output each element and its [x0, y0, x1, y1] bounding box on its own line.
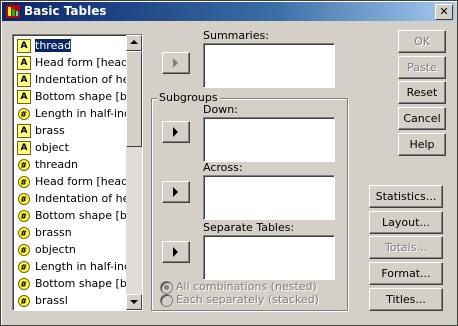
variable-item[interactable]: Abrass: [15, 122, 142, 139]
ok-button[interactable]: OK: [398, 30, 446, 53]
numeric-variable-icon: #: [15, 156, 33, 173]
variable-list-items: Athread A Head form [head] A Indentation of …: [15, 37, 142, 309]
string-variable-icon: A: [17, 39, 31, 53]
variable-item[interactable]: # Bottom shape [botte: [15, 207, 142, 224]
variable-item[interactable]: # Indentation of head: [15, 190, 142, 207]
string-variable-icon: A: [17, 56, 31, 70]
titles-button[interactable]: Titles...: [369, 288, 443, 311]
separate-tables-field[interactable]: [203, 235, 335, 280]
variable-item[interactable]: # Length in half-inche: [15, 258, 142, 275]
arrow-right-icon: [173, 58, 178, 68]
numeric-variable-icon: #: [15, 258, 33, 275]
numeric-variable-icon: #: [15, 224, 33, 241]
scroll-down-button[interactable]: [126, 294, 142, 310]
arrow-right-icon: [173, 247, 178, 257]
reset-button[interactable]: Reset: [398, 81, 446, 104]
help-button[interactable]: Help: [398, 133, 446, 156]
separate-tables-move-button[interactable]: [162, 241, 190, 263]
variable-item[interactable]: # brassn: [15, 224, 142, 241]
variable-item[interactable]: # threadn: [15, 156, 142, 173]
title-bar[interactable]: Basic Tables ✕: [2, 2, 455, 21]
scroll-thumb[interactable]: [126, 51, 142, 147]
each-separately-label: Each separately (stacked): [176, 293, 319, 306]
all-combinations-label: All combinations (nested): [176, 280, 317, 293]
variable-label: object: [35, 141, 69, 154]
arrow-right-icon: [173, 187, 178, 197]
window-title: Basic Tables: [24, 4, 107, 18]
string-variable-icon: A: [17, 73, 31, 87]
variable-label: Head form [head]: [35, 56, 133, 69]
statistics-button[interactable]: Statistics...: [369, 185, 443, 208]
variable-item[interactable]: # Head form [headn]: [15, 173, 142, 190]
variable-label: threadn: [35, 158, 79, 171]
layout-button[interactable]: Layout...: [369, 211, 443, 234]
summaries-label: Summaries:: [203, 29, 269, 42]
variable-item[interactable]: A Head form [head]: [15, 54, 142, 71]
variable-item[interactable]: A Indentation of head: [15, 71, 142, 88]
each-separately-radio[interactable]: [160, 294, 173, 307]
close-button[interactable]: ✕: [435, 4, 453, 20]
app-icon: [6, 5, 20, 18]
close-icon: ✕: [439, 5, 449, 18]
scroll-up-button[interactable]: [126, 35, 142, 51]
all-combinations-radio[interactable]: [160, 281, 173, 294]
string-variable-icon: A: [17, 124, 31, 138]
string-variable-icon: A: [17, 141, 31, 155]
variable-list[interactable]: Athread A Head form [head] A Indentation of …: [12, 34, 143, 311]
variable-item[interactable]: Aobject: [15, 139, 142, 156]
across-label: Across:: [203, 161, 243, 174]
variable-item[interactable]: # Length in half-inche: [15, 105, 142, 122]
numeric-variable-icon: #: [15, 241, 33, 258]
chevron-down-icon: [130, 300, 138, 304]
variable-label: thread: [33, 38, 73, 53]
totals-button[interactable]: Totals...: [369, 236, 443, 259]
across-field[interactable]: [203, 175, 335, 220]
format-button[interactable]: Format...: [369, 262, 443, 285]
numeric-variable-icon: #: [15, 275, 33, 292]
numeric-variable-icon: #: [15, 292, 33, 309]
variable-label: Head form [headn]: [35, 175, 140, 188]
variable-label: brassn: [35, 226, 72, 239]
down-field[interactable]: [203, 117, 335, 162]
variable-item[interactable]: A Bottom shape [botte: [15, 88, 142, 105]
cancel-button[interactable]: Cancel: [398, 107, 446, 130]
chevron-up-icon: [130, 40, 138, 44]
variable-item[interactable]: # objectn: [15, 241, 142, 258]
numeric-variable-icon: #: [15, 207, 33, 224]
variable-item[interactable]: # brassl: [15, 292, 142, 309]
across-move-button[interactable]: [162, 181, 190, 203]
variable-item[interactable]: Athread: [15, 37, 142, 54]
variable-label: objectn: [35, 243, 76, 256]
string-variable-icon: A: [17, 90, 31, 104]
variable-label: brass: [35, 124, 65, 137]
separate-tables-label: Separate Tables:: [203, 221, 295, 234]
variable-item[interactable]: # Bottom shape [botte: [15, 275, 142, 292]
arrow-right-icon: [173, 127, 178, 137]
variable-label: brassl: [35, 294, 68, 307]
summaries-field[interactable]: [203, 43, 335, 88]
paste-button[interactable]: Paste: [398, 56, 446, 79]
numeric-variable-icon: #: [15, 173, 33, 190]
numeric-variable-icon: #: [15, 190, 33, 207]
down-move-button[interactable]: [162, 121, 190, 143]
variable-list-scrollbar[interactable]: [126, 35, 142, 310]
summaries-move-button[interactable]: [162, 52, 190, 74]
down-label: Down:: [203, 103, 238, 116]
numeric-variable-icon: #: [15, 105, 33, 122]
